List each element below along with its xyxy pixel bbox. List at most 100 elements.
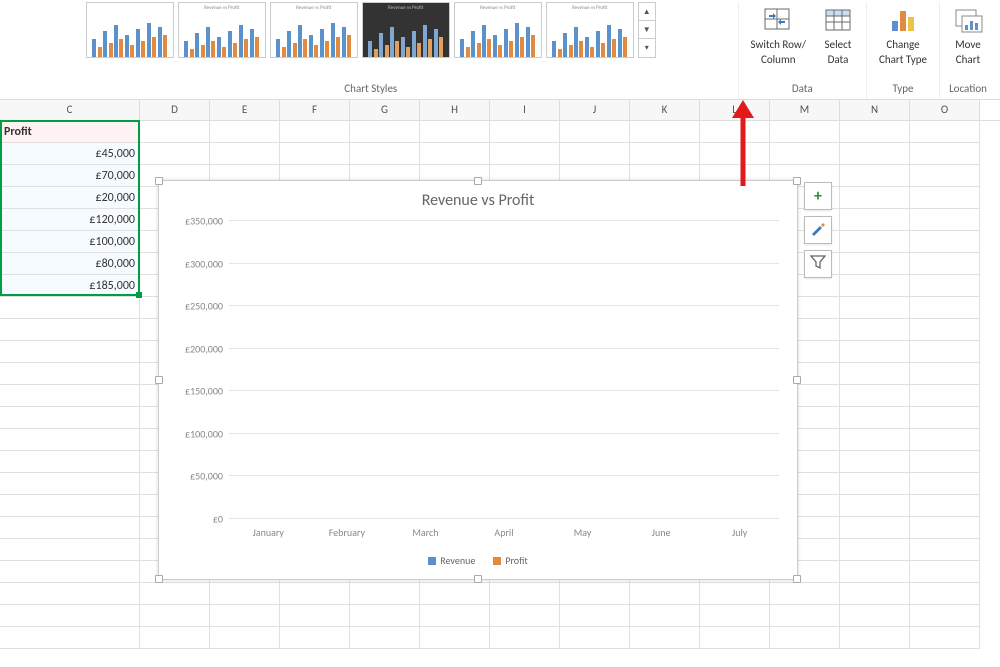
cell[interactable] xyxy=(350,627,420,649)
cell[interactable] xyxy=(0,319,140,341)
change-chart-type-button[interactable]: Change Chart Type xyxy=(873,2,933,68)
cell[interactable] xyxy=(840,297,910,319)
cell[interactable] xyxy=(770,143,840,165)
column-header[interactable]: G xyxy=(350,100,420,120)
cell[interactable] xyxy=(840,583,910,605)
cell[interactable] xyxy=(140,143,210,165)
cell[interactable] xyxy=(840,121,910,143)
cell[interactable] xyxy=(840,319,910,341)
cell[interactable] xyxy=(210,121,280,143)
cell[interactable] xyxy=(840,363,910,385)
chart-title[interactable]: Revenue vs Profit xyxy=(159,181,797,216)
cell[interactable] xyxy=(560,143,630,165)
chart-style-thumb[interactable]: Revenue vs Profit xyxy=(362,2,450,58)
cell[interactable] xyxy=(910,517,980,539)
cell[interactable] xyxy=(700,583,770,605)
cell[interactable] xyxy=(630,627,700,649)
cell[interactable] xyxy=(420,627,490,649)
cell[interactable] xyxy=(910,583,980,605)
cell[interactable]: £45,000 xyxy=(0,143,140,165)
cell[interactable] xyxy=(910,275,980,297)
column-header[interactable]: D xyxy=(140,100,210,120)
cell[interactable] xyxy=(910,627,980,649)
cell[interactable] xyxy=(140,121,210,143)
cell[interactable] xyxy=(0,451,140,473)
cell[interactable] xyxy=(0,363,140,385)
column-header[interactable]: I xyxy=(490,100,560,120)
cell[interactable] xyxy=(420,605,490,627)
cell[interactable] xyxy=(910,143,980,165)
cell[interactable] xyxy=(840,143,910,165)
cell[interactable]: Profit xyxy=(0,121,140,143)
cell[interactable] xyxy=(910,187,980,209)
cell[interactable]: £185,000 xyxy=(0,275,140,297)
cell[interactable] xyxy=(0,407,140,429)
spreadsheet[interactable]: C D E F G H I J K L M N O Profit£45,000£… xyxy=(0,100,1000,649)
cell[interactable] xyxy=(0,341,140,363)
select-data-button[interactable]: Select Data xyxy=(816,2,860,68)
gallery-scroll-down[interactable]: ▼ xyxy=(639,21,655,39)
cell[interactable] xyxy=(770,627,840,649)
cell[interactable] xyxy=(280,627,350,649)
chart-legend[interactable]: Revenue Profit xyxy=(159,554,797,567)
gallery-expand[interactable]: ▾ xyxy=(639,39,655,57)
cell[interactable] xyxy=(140,605,210,627)
cell[interactable] xyxy=(910,407,980,429)
cell[interactable]: £20,000 xyxy=(0,187,140,209)
cell[interactable] xyxy=(210,605,280,627)
cell[interactable] xyxy=(350,143,420,165)
cell[interactable] xyxy=(0,517,140,539)
cell[interactable] xyxy=(210,583,280,605)
cell[interactable] xyxy=(910,605,980,627)
cell[interactable] xyxy=(560,627,630,649)
cell[interactable] xyxy=(840,539,910,561)
cell[interactable] xyxy=(280,605,350,627)
cell[interactable] xyxy=(420,583,490,605)
embedded-chart[interactable]: Revenue vs Profit £0£50,000£100,000£150,… xyxy=(158,180,798,580)
cell[interactable] xyxy=(840,187,910,209)
cell[interactable] xyxy=(840,231,910,253)
cell[interactable] xyxy=(840,451,910,473)
cell[interactable] xyxy=(910,495,980,517)
selection-handle[interactable] xyxy=(136,292,142,298)
switch-row-column-button[interactable]: Switch Row/ Column xyxy=(745,2,812,68)
cell[interactable] xyxy=(560,605,630,627)
cell[interactable] xyxy=(840,473,910,495)
column-header[interactable]: C xyxy=(0,100,140,120)
cell[interactable] xyxy=(630,121,700,143)
cell[interactable] xyxy=(0,385,140,407)
cell[interactable] xyxy=(0,473,140,495)
chart-elements-button[interactable]: + xyxy=(804,182,832,210)
cell[interactable] xyxy=(910,319,980,341)
cell[interactable] xyxy=(210,143,280,165)
column-header[interactable]: K xyxy=(630,100,700,120)
plot-area[interactable]: £0£50,000£100,000£150,000£200,000£250,00… xyxy=(229,221,779,519)
column-header[interactable]: H xyxy=(420,100,490,120)
cell[interactable] xyxy=(420,143,490,165)
cell[interactable] xyxy=(700,627,770,649)
chart-styles-button[interactable] xyxy=(804,216,832,244)
cell[interactable] xyxy=(490,121,560,143)
cell[interactable] xyxy=(490,583,560,605)
cell[interactable]: £120,000 xyxy=(0,209,140,231)
cell[interactable] xyxy=(560,583,630,605)
cell[interactable] xyxy=(420,121,490,143)
cell[interactable] xyxy=(630,583,700,605)
chart-style-thumb[interactable]: Revenue vs Profit xyxy=(270,2,358,58)
cell[interactable] xyxy=(0,583,140,605)
move-chart-button[interactable]: Move Chart xyxy=(946,2,990,68)
cell[interactable] xyxy=(910,429,980,451)
cell[interactable]: £100,000 xyxy=(0,231,140,253)
cell[interactable] xyxy=(840,253,910,275)
cell[interactable] xyxy=(910,539,980,561)
cell[interactable] xyxy=(910,561,980,583)
cell[interactable] xyxy=(840,275,910,297)
cell[interactable] xyxy=(490,605,560,627)
cell[interactable] xyxy=(840,605,910,627)
chart-style-thumb[interactable]: Revenue vs Profit xyxy=(178,2,266,58)
cell[interactable] xyxy=(840,495,910,517)
cell[interactable] xyxy=(910,385,980,407)
cell[interactable] xyxy=(770,605,840,627)
cell[interactable] xyxy=(630,143,700,165)
cell[interactable] xyxy=(910,121,980,143)
